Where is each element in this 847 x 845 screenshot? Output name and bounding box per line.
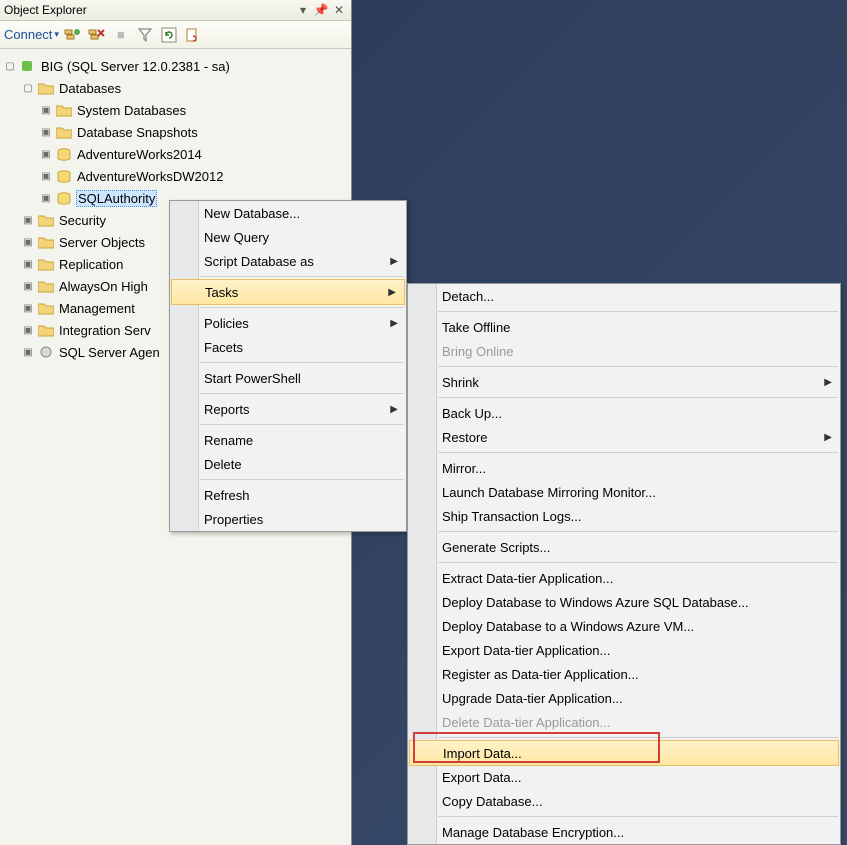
menu-rename[interactable]: Rename: [170, 428, 406, 452]
folder-icon: [38, 279, 54, 293]
tree-db-adventureworks2014[interactable]: ▣AdventureWorks2014: [4, 143, 347, 165]
menu-separator: [438, 531, 838, 532]
submenu-arrow-icon: ▶: [388, 287, 396, 298]
folder-icon: [38, 81, 54, 95]
menu-export-data-tier[interactable]: Export Data-tier Application...: [408, 638, 840, 662]
menu-facets[interactable]: Facets: [170, 335, 406, 359]
database-icon: [56, 147, 72, 161]
filter-icon[interactable]: [135, 25, 155, 45]
menu-separator: [438, 452, 838, 453]
menu-shrink[interactable]: Shrink▶: [408, 370, 840, 394]
menu-delete[interactable]: Delete: [170, 452, 406, 476]
close-icon[interactable]: ✕: [331, 3, 347, 17]
menu-separator: [200, 479, 404, 480]
menu-register-data-tier[interactable]: Register as Data-tier Application...: [408, 662, 840, 686]
folder-icon: [38, 213, 54, 227]
menu-separator: [438, 311, 838, 312]
menu-refresh[interactable]: Refresh: [170, 483, 406, 507]
submenu-arrow-icon: ▶: [824, 432, 832, 443]
menu-generate-scripts[interactable]: Generate Scripts...: [408, 535, 840, 559]
database-icon: [56, 191, 72, 205]
menu-deploy-azure-sql[interactable]: Deploy Database to Windows Azure SQL Dat…: [408, 590, 840, 614]
agent-icon: [38, 345, 54, 359]
menu-extract-data-tier[interactable]: Extract Data-tier Application...: [408, 566, 840, 590]
menu-export-data[interactable]: Export Data...: [408, 765, 840, 789]
folder-icon: [56, 103, 72, 117]
menu-launch-mirroring-monitor[interactable]: Launch Database Mirroring Monitor...: [408, 480, 840, 504]
menu-detach[interactable]: Detach...: [408, 284, 840, 308]
folder-icon: [56, 125, 72, 139]
submenu-arrow-icon: ▶: [390, 404, 398, 415]
menu-new-database[interactable]: New Database...: [170, 201, 406, 225]
folder-icon: [38, 257, 54, 271]
menu-properties[interactable]: Properties: [170, 507, 406, 531]
folder-icon: [38, 323, 54, 337]
connect-button[interactable]: Connect▾: [4, 27, 59, 42]
menu-separator: [200, 424, 404, 425]
folder-icon: [38, 301, 54, 315]
menu-start-powershell[interactable]: Start PowerShell: [170, 366, 406, 390]
tree-databases[interactable]: ▢Databases: [4, 77, 347, 99]
submenu-arrow-icon: ▶: [390, 318, 398, 329]
pin-icon[interactable]: 📌: [313, 3, 329, 17]
menu-policies[interactable]: Policies▶: [170, 311, 406, 335]
menu-tasks[interactable]: Tasks▶: [171, 279, 405, 305]
panel-title: Object Explorer: [4, 3, 293, 17]
menu-bring-online: Bring Online: [408, 339, 840, 363]
menu-ship-transaction-logs[interactable]: Ship Transaction Logs...: [408, 504, 840, 528]
menu-separator: [200, 393, 404, 394]
connect-server-icon[interactable]: [63, 25, 83, 45]
panel-header: Object Explorer ▾ 📌 ✕: [0, 0, 351, 21]
menu-upgrade-data-tier[interactable]: Upgrade Data-tier Application...: [408, 686, 840, 710]
server-icon: [20, 59, 36, 73]
menu-manage-database-encryption[interactable]: Manage Database Encryption...: [408, 820, 840, 844]
refresh-icon[interactable]: [159, 25, 179, 45]
database-icon: [56, 169, 72, 183]
menu-separator: [200, 362, 404, 363]
app-canvas: Object Explorer ▾ 📌 ✕ Connect▾ ■ ▢BIG (S…: [0, 0, 847, 845]
menu-take-offline[interactable]: Take Offline: [408, 315, 840, 339]
menu-reports[interactable]: Reports▶: [170, 397, 406, 421]
highlight-import-data: [413, 732, 660, 763]
context-menu-database: New Database... New Query Script Databas…: [169, 200, 407, 532]
submenu-arrow-icon: ▶: [390, 256, 398, 267]
tree-root[interactable]: ▢BIG (SQL Server 12.0.2381 - sa): [4, 55, 347, 77]
tree-database-snapshots[interactable]: ▣Database Snapshots: [4, 121, 347, 143]
disconnect-server-icon[interactable]: [87, 25, 107, 45]
menu-script-database-as[interactable]: Script Database as▶: [170, 249, 406, 273]
menu-separator: [438, 397, 838, 398]
menu-separator: [438, 366, 838, 367]
submenu-arrow-icon: ▶: [824, 377, 832, 388]
menu-delete-data-tier: Delete Data-tier Application...: [408, 710, 840, 734]
menu-separator: [438, 816, 838, 817]
menu-new-query[interactable]: New Query: [170, 225, 406, 249]
tree-db-adventureworksdw2012[interactable]: ▣AdventureWorksDW2012: [4, 165, 347, 187]
folder-icon: [38, 235, 54, 249]
dropdown-icon[interactable]: ▾: [295, 3, 311, 17]
menu-mirror[interactable]: Mirror...: [408, 456, 840, 480]
menu-separator: [200, 276, 404, 277]
menu-restore[interactable]: Restore▶: [408, 425, 840, 449]
script-icon[interactable]: [183, 25, 203, 45]
stop-icon[interactable]: ■: [111, 25, 131, 45]
menu-separator: [438, 562, 838, 563]
menu-back-up[interactable]: Back Up...: [408, 401, 840, 425]
menu-separator: [200, 307, 404, 308]
toolbar: Connect▾ ■: [0, 21, 351, 49]
menu-copy-database[interactable]: Copy Database...: [408, 789, 840, 813]
tree-system-databases[interactable]: ▣System Databases: [4, 99, 347, 121]
menu-deploy-azure-vm[interactable]: Deploy Database to a Windows Azure VM...: [408, 614, 840, 638]
